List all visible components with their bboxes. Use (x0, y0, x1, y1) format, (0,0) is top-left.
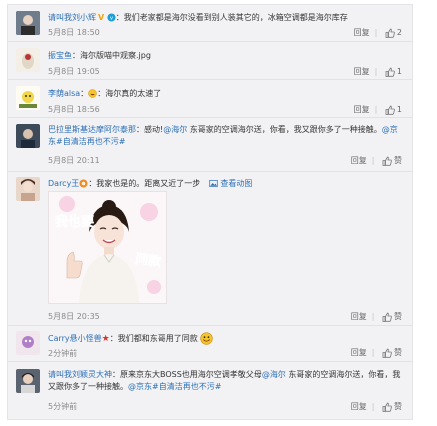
comment-body: Darcy王 ：我家也是的。距离又近了一步 查看动图 (48, 178, 404, 190)
commenter-name[interactable]: 振宝鱼 (48, 51, 72, 60)
like-count: 赞 (394, 348, 402, 357)
comment-body: 请叫我刘颖灵大神：原来京东大BOSS也用海尔空调孝敬父母@海尔 东哥家的空调海尔… (48, 369, 404, 393)
view-animated-image-link[interactable]: 查看动图 (220, 179, 252, 188)
comment-time: 5月8日 19:05 (48, 67, 100, 76)
reply-button[interactable]: 回复 (351, 311, 367, 322)
comment-item: Carry悬小怪兽★：我们都和东哥用了同款 2分钟前 回复 | 赞 (8, 325, 412, 362)
comment-actions: 回复 | 赞 (350, 155, 402, 166)
comment-time: 5月8日 18:50 (48, 28, 100, 37)
mention-link[interactable]: @京东 (128, 382, 152, 391)
verified-badge: V (98, 13, 105, 22)
avatar[interactable] (16, 86, 40, 110)
comment-actions: 回复 | 赞 (350, 311, 402, 322)
reply-button[interactable]: 回复 (354, 27, 370, 38)
comment-actions: 回复 | 赞 (350, 401, 402, 412)
like-button[interactable]: 赞 (382, 347, 402, 358)
comment-text: ：海尔版喵中观察.jpg (72, 51, 151, 60)
thumbs-up-icon (385, 105, 395, 115)
like-button[interactable]: 1 (385, 67, 402, 77)
commenter-name[interactable]: 请叫我刘小辉 (48, 13, 96, 22)
comment-body: 请叫我刘小辉 V v ：我们老家都是海尔没看到别人装其它的，冰箱空调都是海尔库存 (48, 12, 404, 24)
reply-button[interactable]: 回复 (354, 66, 370, 77)
mention-link[interactable]: @海尔 (163, 125, 187, 134)
comment-actions: 回复 | 1 (353, 104, 402, 115)
comment-list: 请叫我刘小辉 V v ：我们老家都是海尔没看到别人装其它的，冰箱空调都是海尔库存 5… (7, 4, 413, 420)
comment-time: 2分钟前 (48, 349, 78, 358)
like-button[interactable]: 赞 (382, 401, 402, 412)
like-button[interactable]: 赞 (382, 155, 402, 166)
comment-item: Darcy王 ：我家也是的。距离又近了一步 查看动图 我也要 同款 5月8日 2… (8, 171, 412, 326)
thumbs-up-icon (382, 402, 392, 412)
comment-item: 巴拉里斯基达摩阿尔泰那：感动!@海尔 东哥家的空调海尔送，你看，我又跟你多了一种… (8, 117, 412, 172)
thumbs-up-icon (385, 28, 395, 38)
like-count: 1 (396, 67, 402, 76)
like-button[interactable]: 赞 (382, 311, 402, 322)
thumbs-up-icon (382, 156, 392, 166)
comment-text: ：我家也是的。距离又近了一步 (88, 179, 201, 188)
like-count: 赞 (394, 156, 402, 165)
grinning-emoji-icon (200, 332, 213, 345)
avatar[interactable] (16, 11, 40, 35)
commenter-name[interactable]: 李荫alsa (48, 89, 80, 98)
comment-body: Carry悬小怪兽★：我们都和东哥用了同款 (48, 332, 404, 345)
attached-image[interactable]: 我也要 同款 (48, 191, 167, 304)
comment-time: 5分钟前 (48, 402, 78, 411)
avatar[interactable] (16, 177, 40, 201)
thumbs-up-icon (385, 67, 395, 77)
like-count: 1 (396, 105, 402, 114)
comment-body: 李荫alsa： ：海尔真的太速了 (48, 89, 162, 98)
comment-time: 5月8日 20:11 (48, 156, 100, 165)
mention-link[interactable]: @海尔 (262, 370, 286, 379)
image-text-left: 我也要 (55, 214, 94, 230)
comment-body: 振宝鱼：海尔版喵中观察.jpg (48, 50, 404, 62)
comment-text: ：海尔真的太速了 (97, 89, 162, 98)
comment-time: 5月8日 20:35 (48, 312, 100, 321)
comment-actions: 回复 | 1 (353, 66, 402, 77)
reply-button[interactable]: 回复 (351, 155, 367, 166)
comment-item: 李荫alsa： ：海尔真的太速了 5月8日 18:56 回复 | 1 (8, 79, 412, 118)
comment-text: 东哥家的空调海尔送，你看，我又跟你多了一种接触。 (187, 125, 382, 134)
comment-actions: 回复 | 赞 (350, 347, 402, 358)
hashtag-link[interactable]: #自清洁再也不污# (56, 137, 125, 146)
commenter-name[interactable]: Carry悬小怪兽 (48, 334, 102, 343)
commenter-name[interactable]: Darcy王 (48, 179, 79, 188)
comment-text: ：感动! (136, 125, 164, 134)
member-icon (79, 179, 88, 188)
reply-button[interactable]: 回复 (351, 401, 367, 412)
commenter-name[interactable]: 请叫我刘颖灵大神 (48, 370, 112, 379)
comment-item: 振宝鱼：海尔版喵中观察.jpg 5月8日 19:05 回复 | 1 (8, 41, 412, 80)
hashtag-link[interactable]: #自清洁再也不污# (152, 382, 221, 391)
commenter-name[interactable]: 巴拉里斯基达摩阿尔泰那 (48, 125, 136, 134)
reply-button[interactable]: 回复 (354, 104, 370, 115)
avatar[interactable] (16, 48, 40, 72)
comment-text: ：原来京东大BOSS也用海尔空调孝敬父母 (112, 370, 262, 379)
reply-button[interactable]: 回复 (351, 347, 367, 358)
star-icon: ★ (101, 334, 110, 344)
comment-time: 5月8日 18:56 (48, 105, 100, 114)
avatar[interactable] (16, 331, 40, 355)
like-button[interactable]: 2 (385, 28, 402, 38)
thumbs-up-icon (382, 312, 392, 322)
vip-icon: v (107, 13, 116, 22)
avatar[interactable] (16, 124, 40, 148)
comment-text: ：我们老家都是海尔没看到别人装其它的，冰箱空调都是海尔库存 (115, 13, 348, 22)
comment-text: ：我们都和东哥用了同款 (109, 334, 198, 343)
comment-body: 巴拉里斯基达摩阿尔泰那：感动!@海尔 东哥家的空调海尔送，你看，我又跟你多了一种… (48, 124, 404, 148)
avatar[interactable] (16, 369, 40, 393)
comment-actions: 回复 | 2 (353, 27, 402, 38)
like-count: 赞 (394, 312, 402, 321)
like-count: 赞 (394, 402, 402, 411)
picture-icon (209, 179, 218, 188)
thumbs-up-icon (382, 348, 392, 358)
comment-item: 请叫我刘小辉 V v ：我们老家都是海尔没看到别人装其它的，冰箱空调都是海尔库存 5… (8, 5, 412, 42)
comment-item: 请叫我刘颖灵大神：原来京东大BOSS也用海尔空调孝敬父母@海尔 东哥家的空调海尔… (8, 361, 412, 419)
laughing-emoji-icon (88, 89, 97, 98)
like-button[interactable]: 1 (385, 105, 402, 115)
like-count: 2 (396, 28, 402, 37)
